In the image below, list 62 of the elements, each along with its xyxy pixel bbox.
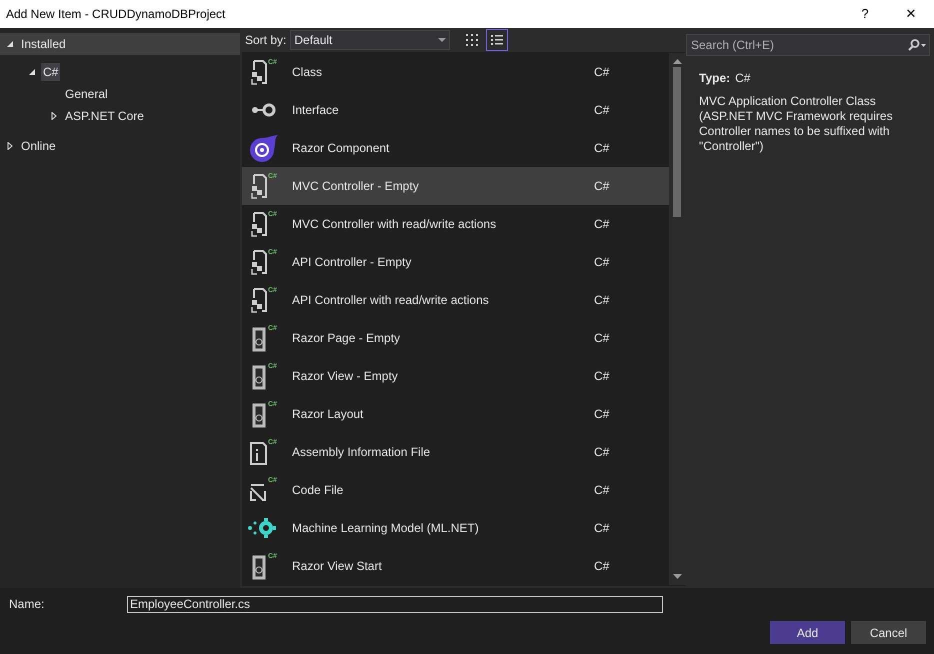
template-description: MVC Application Controller Class (ASP.NET MVC Framework requires Controller names to be suffixed with "Controller")	[699, 94, 894, 154]
template-name: MVC Controller - Empty	[292, 178, 420, 195]
list-view-button[interactable]	[486, 29, 508, 51]
template-language: C#	[594, 292, 610, 309]
template-name: Razor Component	[292, 140, 390, 157]
template-language: C#	[594, 444, 610, 461]
scrollbar-thumb[interactable]	[673, 67, 681, 217]
grid-icon	[466, 34, 478, 46]
template-name: Interface	[292, 102, 340, 119]
template-name: Class	[292, 64, 324, 81]
template-language: C#	[594, 254, 610, 271]
template-language: C#	[594, 102, 610, 119]
name-label: Name:	[8, 596, 46, 613]
type-value: C#	[735, 70, 750, 87]
template-name: Razor Layout	[292, 406, 364, 423]
collapsed-caret-icon[interactable]	[50, 112, 58, 120]
tree-item[interactable]: ASP.NET Core	[63, 107, 146, 125]
list-icon	[491, 34, 504, 46]
tree-item[interactable]: Online	[19, 137, 58, 155]
template-language: C#	[594, 368, 610, 385]
sort-label: Sort by:	[245, 32, 286, 49]
window-title: Add New Item - CRUDDynamoDBProject	[6, 6, 226, 23]
scrollbar[interactable]	[669, 53, 685, 585]
search-field[interactable]: Search (Ctrl+E)	[686, 34, 930, 56]
dropdown-caret-icon	[438, 38, 446, 42]
template-name: Razor View Start	[292, 558, 383, 575]
template-name: Razor View - Empty	[292, 368, 399, 385]
template-name: MVC Controller with read/write actions	[292, 216, 498, 233]
template-language: C#	[594, 140, 610, 157]
search-icon[interactable]	[908, 39, 926, 51]
help-button[interactable]: ?	[842, 0, 888, 28]
template-language: C#	[594, 406, 610, 423]
close-button[interactable]: ✕	[888, 0, 934, 28]
tree-item[interactable]: General	[63, 85, 110, 103]
add-button[interactable]: Add	[770, 621, 845, 644]
template-language: C#	[594, 64, 610, 81]
template-language: C#	[594, 330, 610, 347]
template-item[interactable]: Machine Learning Model (ML.NET) C#	[242, 509, 669, 547]
template-name: API Controller - Empty	[292, 254, 412, 271]
name-field[interactable]: EmployeeController.cs	[127, 596, 663, 612]
template-name: Machine Learning Model (ML.NET)	[292, 520, 480, 537]
template-name: API Controller with read/write actions	[292, 292, 490, 309]
template-name: Assembly Information File	[292, 444, 432, 461]
template-language: C#	[594, 520, 610, 537]
scroll-down-icon[interactable]	[672, 574, 682, 580]
tree-item[interactable]: Installed	[19, 35, 68, 53]
template-item[interactable]: Razor Component C#	[242, 129, 669, 167]
scroll-up-icon[interactable]	[672, 58, 682, 64]
template-item[interactable]: Interface C#	[242, 91, 669, 129]
template-language: C#	[594, 178, 610, 195]
template-name: Razor Page - Empty	[292, 330, 402, 347]
type-label: Type:	[699, 70, 730, 87]
sort-dropdown[interactable]: Default	[290, 30, 450, 50]
expanded-caret-icon[interactable]	[6, 40, 14, 48]
collapsed-caret-icon[interactable]	[6, 142, 14, 150]
template-name: Code File	[292, 482, 344, 499]
template-language: C#	[594, 482, 610, 499]
template-language: C#	[594, 216, 610, 233]
tree-item[interactable]: C#	[41, 63, 60, 81]
template-language: C#	[594, 558, 610, 575]
cancel-button[interactable]: Cancel	[851, 621, 926, 644]
expanded-caret-icon[interactable]	[28, 68, 36, 76]
